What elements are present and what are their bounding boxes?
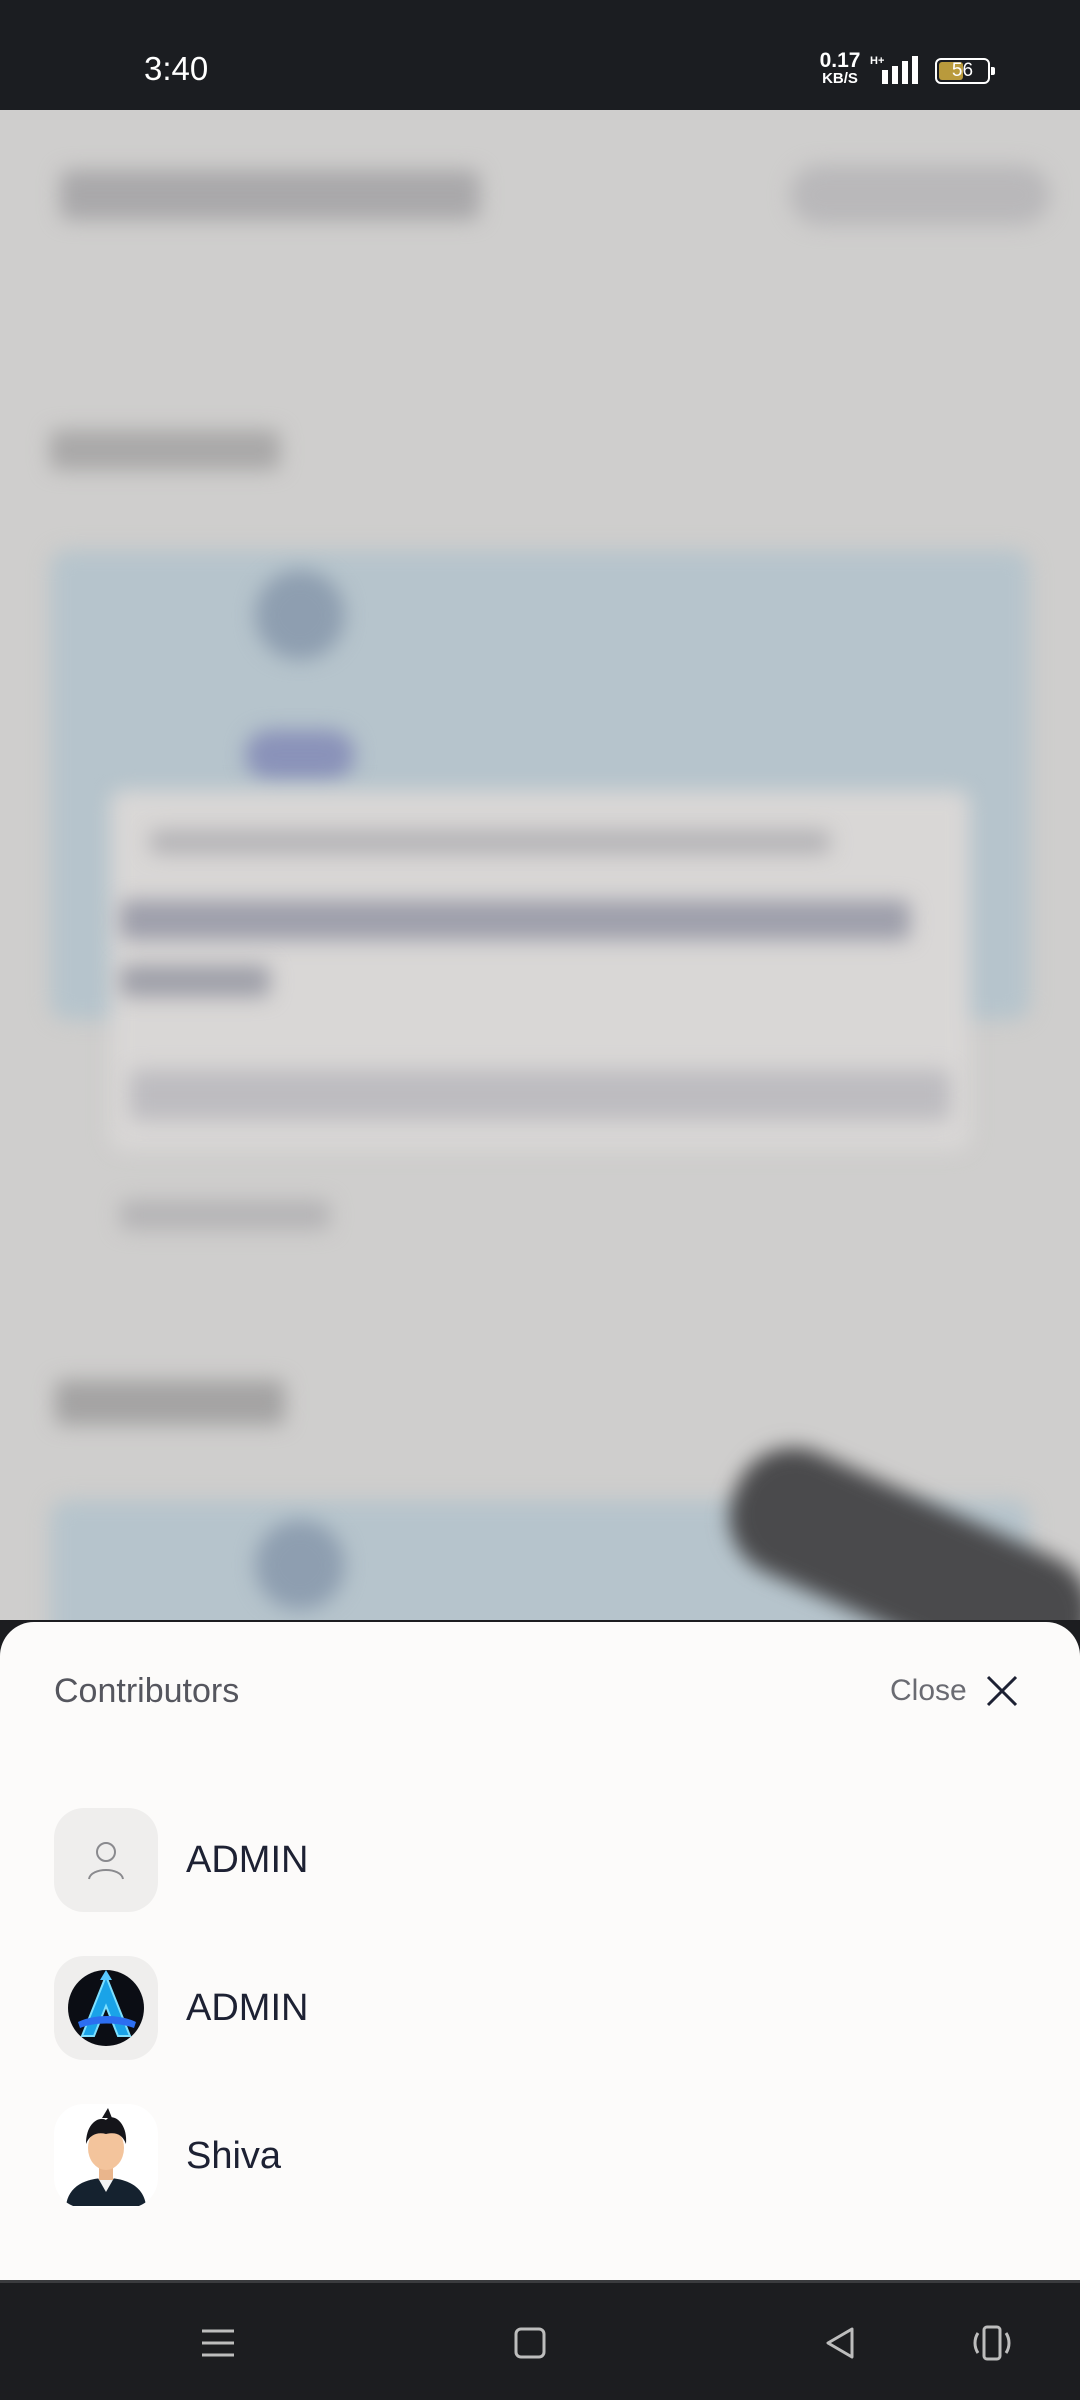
back-icon[interactable]	[818, 2321, 862, 2365]
home-icon[interactable]	[508, 2321, 552, 2365]
blurred-background-page	[0, 110, 1080, 1620]
status-bar: 3:40 0.17 KB/S H+ 56	[0, 0, 1080, 110]
contributor-name: Shiva	[186, 2134, 282, 2177]
network-type: H+	[870, 55, 884, 67]
network-speed-unit: KB/S	[822, 70, 858, 87]
signal-icon: H+	[870, 55, 918, 84]
blue-a-logo-icon	[54, 1956, 158, 2060]
close-label: Close	[890, 1674, 967, 1707]
contributor-item[interactable]: ADMIN	[54, 1808, 1024, 1912]
battery-level: 56	[951, 60, 974, 81]
menu-icon[interactable]	[196, 2321, 240, 2365]
network-speed-value: 0.17	[819, 49, 861, 72]
accessibility-icon[interactable]	[970, 2321, 1014, 2365]
navigation-bar	[0, 2280, 1080, 2400]
default-user-icon	[54, 1808, 158, 1912]
status-time: 3:40	[144, 50, 209, 87]
contributor-item[interactable]: ADMIN	[54, 1956, 1024, 2060]
network-speed: 0.17 KB/S	[818, 49, 862, 88]
contributor-item[interactable]: Shiva	[54, 2104, 1024, 2208]
sheet-title: Contributors	[54, 1672, 240, 1710]
contributor-name: ADMIN	[186, 1986, 309, 2029]
cartoon-man-avatar	[54, 2104, 158, 2208]
contributor-name: ADMIN	[186, 1838, 309, 1881]
close-button[interactable]: Close	[890, 1666, 1019, 1716]
contributors-sheet: Contributors Close ADMIN ADMIN Shiva	[0, 1622, 1080, 2280]
battery-icon: 56	[935, 58, 995, 84]
close-icon	[986, 1675, 1017, 1707]
